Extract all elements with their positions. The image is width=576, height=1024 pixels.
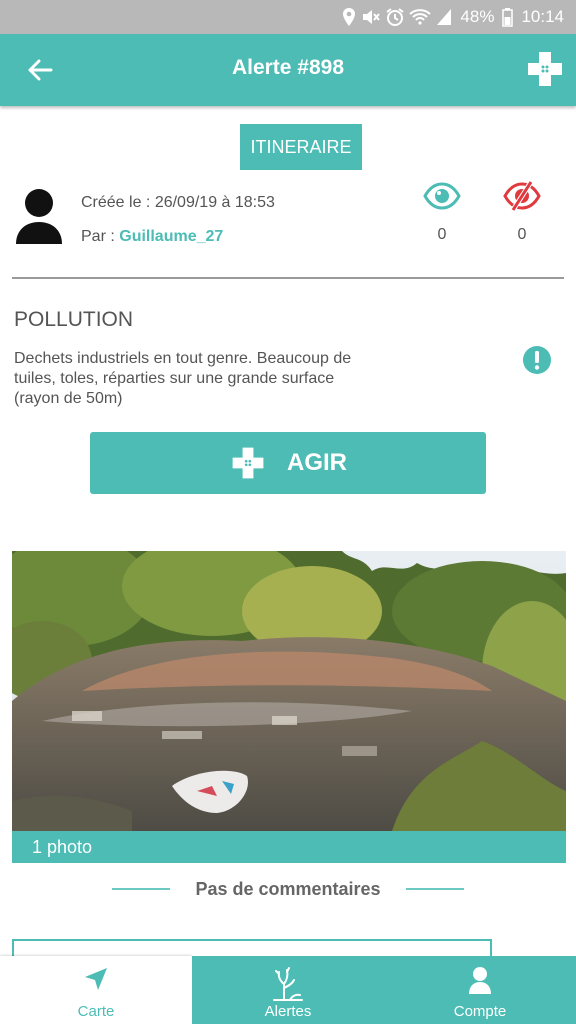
comments-divider-right [406,888,464,890]
page-title: Alerte #898 [231,56,345,79]
alert-tree-icon [273,967,303,1001]
act-button[interactable]: AGIR [90,432,486,494]
alarm-icon [386,8,405,26]
act-shortcut-button[interactable] [524,48,566,90]
nav-label-carte: Carte [77,1003,115,1020]
nav-item-compte[interactable]: Compte [384,956,576,1024]
nav-item-alertes[interactable]: Alertes [192,956,384,1024]
battery-icon [502,7,514,27]
seen-count: 0 [437,226,447,243]
avatar-icon [16,189,62,244]
bottom-nav: Carte Alertes Compte [0,956,576,1024]
alert-category: POLLUTION [14,308,134,331]
navigation-arrow-icon [85,968,107,990]
photo-caption: 1 photo [12,831,566,863]
created-date: Créée le : 26/09/19 à 18:53 [81,194,275,211]
nav-label-alertes: Alertes [264,1003,312,1020]
author-username[interactable]: Guillaume_27 [119,228,223,245]
nav-label-compte: Compte [453,1003,507,1020]
app-bar: Alerte #898 [0,34,576,106]
eye-off-icon[interactable] [503,180,541,212]
divider [12,277,564,279]
wifi-icon [409,9,432,25]
exclamation-icon [523,346,551,374]
itinerary-button[interactable]: ITINERAIRE [240,124,362,170]
user-icon [469,967,491,994]
comments-label: Pas de commentaires [195,879,381,899]
screen: 48% 10:14 Alerte #898 ITINERAIRE Créée l… [0,0,576,1024]
battery-percent: 48% [460,7,495,26]
clock: 10:14 [521,7,564,26]
eye-icon[interactable] [423,180,461,212]
location-icon [343,8,356,26]
bandage-icon [528,52,562,86]
mute-icon [363,10,381,24]
alert-description: Dechets industriels en tout genre. Beauc… [14,350,352,407]
not-seen-count: 0 [517,226,527,243]
signal-icon [437,9,452,25]
author-line: Par : Guillaume_27 [81,228,223,246]
alert-photo[interactable] [12,551,566,831]
status-bar: 48% 10:14 [0,0,576,34]
bandage-icon [232,447,264,479]
act-button-label: AGIR [287,449,347,476]
author-by-label: Par : [81,228,115,245]
nav-item-carte[interactable]: Carte [0,956,192,1024]
